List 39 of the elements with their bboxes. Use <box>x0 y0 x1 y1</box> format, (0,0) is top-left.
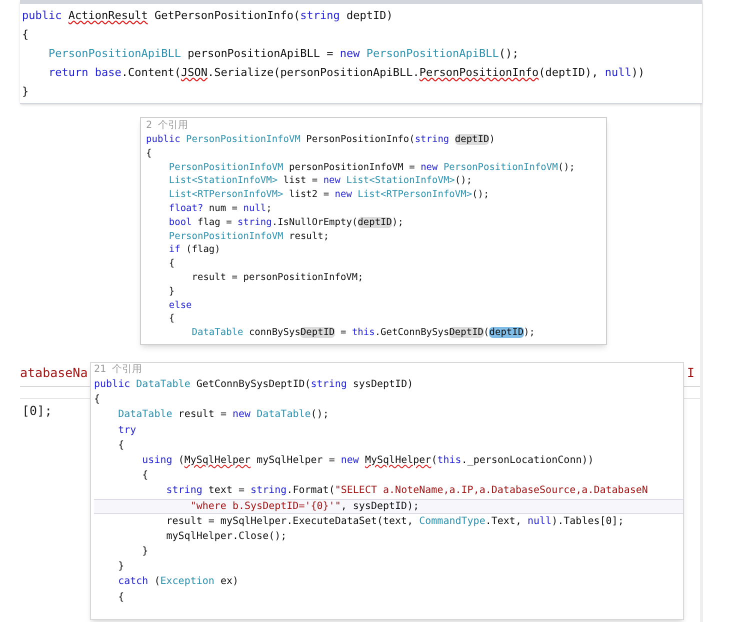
code-line: DataTable connBySysDeptID = this.GetConnBySysDeptID(deptID); <box>190 326 536 340</box>
code-line: if (flag) <box>168 243 222 258</box>
code-line: { <box>141 469 150 484</box>
code-line: } <box>117 560 126 574</box>
code-line: bool flag = string.IsNullOrEmpty(deptID); <box>168 216 404 230</box>
code-line: { <box>117 438 126 453</box>
code-line: } <box>168 284 176 299</box>
code-line: { <box>146 146 153 161</box>
code-line: result = mySqlHelper.ExecuteDataSet(text, CommandType.Text, null).Tables[0]; <box>165 514 625 529</box>
code-line: mySqlHelper.Close(); <box>165 530 288 544</box>
code-line: { <box>94 393 102 408</box>
code-line: { <box>168 257 176 271</box>
code-line: string text = string.Format("SELECT a.NoteName,a.IP,a.DatabaseSource,a.DatabaseN <box>165 484 649 498</box>
code-text: atabaseNa <box>20 364 88 382</box>
code-line: } <box>141 545 150 560</box>
code-line: DataTable result = new DataTable(); <box>117 408 330 422</box>
code-line: List<RTPersonInfoVM> list2 = new List<RTPersonInfoVM>(); <box>168 188 490 202</box>
code-line: return base.Content(JSON.Serialize(personPositionApiBLL.PersonPositionInfo(deptID), null)) <box>47 65 646 81</box>
code-line: { <box>22 27 30 43</box>
code-line: public PersonPositionInfoVM PersonPositionInfo(string deptID) <box>146 133 496 147</box>
code-line: try <box>117 424 138 438</box>
code-line: PersonPositionInfoVM result; <box>168 230 330 244</box>
code-line: using (MySqlHelper mySqlHelper = new MySqlHelper(this._personLocationConn)) <box>141 454 595 468</box>
code-line: PersonPositionApiBLL personPositionApiBLL = new PersonPositionApiBLL(); <box>47 46 520 62</box>
code-line: { <box>117 590 126 605</box>
reference-count[interactable]: 21 个引用 <box>94 363 142 377</box>
code-line: { <box>168 312 176 326</box>
code-line: public ActionResult GetPersonPositionInfo(string deptID) <box>22 8 394 24</box>
code-line: else <box>168 298 193 312</box>
code-line: float? num = null; <box>168 202 273 216</box>
code-text: [0]; <box>22 402 52 420</box>
code-line: List<StationInfoVM> list = new List<StationInfoVM>(); <box>168 174 474 188</box>
code-line: catch (Exception ex) <box>117 575 240 590</box>
code-line: PersonPositionInfoVM personPositionInfoVM = new PersonPositionInfoVM(); <box>168 160 576 174</box>
code-line: result = personPositionInfoVM; <box>190 270 364 285</box>
code-text: I <box>687 364 695 382</box>
reference-count[interactable]: 2 个引用 <box>146 119 188 133</box>
code-line: } <box>22 84 30 100</box>
code-line: public DataTable GetConnBySysDeptID(string sysDeptID) <box>94 378 414 392</box>
